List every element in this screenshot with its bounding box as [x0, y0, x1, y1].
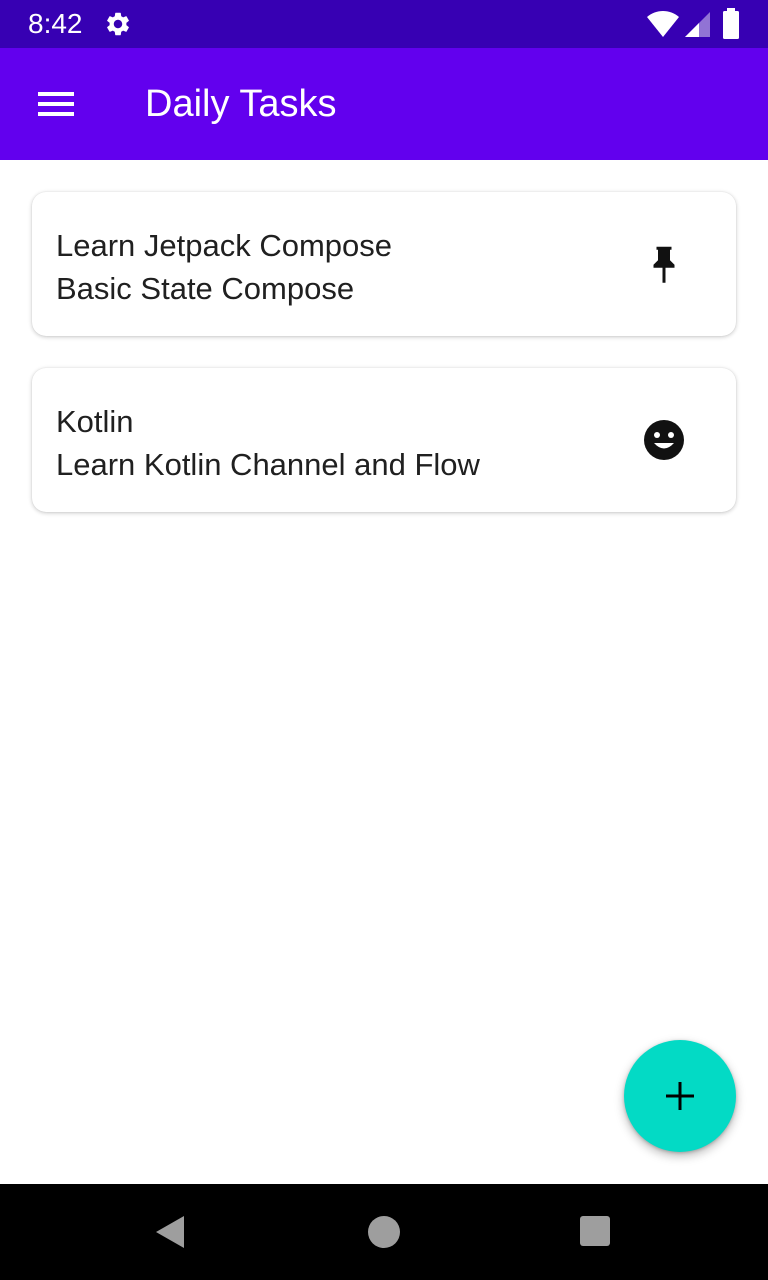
- menu-button[interactable]: [24, 76, 88, 132]
- task-text: Learn Jetpack Compose Basic State Compos…: [56, 224, 392, 310]
- recents-icon[interactable]: [580, 1216, 610, 1246]
- status-time: 8:42: [28, 8, 83, 39]
- add-icon: [666, 1082, 694, 1110]
- wifi-icon: [647, 11, 679, 37]
- task-title: Kotlin: [56, 404, 134, 439]
- hamburger-menu-icon: [38, 92, 74, 116]
- smiley-face-icon[interactable]: [640, 416, 688, 464]
- task-subtitle: Basic State Compose: [56, 271, 355, 306]
- pushpin-icon[interactable]: [640, 240, 688, 288]
- app-bar: Daily Tasks: [0, 48, 768, 160]
- add-task-button[interactable]: [624, 1040, 736, 1152]
- battery-icon: [723, 8, 739, 39]
- status-bar: 8:42: [0, 0, 768, 48]
- page-title: Daily Tasks: [145, 83, 337, 125]
- navigation-bar: [0, 1184, 768, 1280]
- home-icon[interactable]: [368, 1216, 400, 1248]
- cell-signal-icon: [685, 12, 710, 37]
- task-subtitle: Learn Kotlin Channel and Flow: [56, 447, 480, 482]
- task-text: Kotlin Learn Kotlin Channel and Flow: [56, 400, 480, 486]
- task-title: Learn Jetpack Compose: [56, 228, 393, 263]
- task-card[interactable]: Kotlin Learn Kotlin Channel and Flow: [32, 368, 736, 512]
- settings-gear-icon: [107, 12, 129, 36]
- task-card[interactable]: Learn Jetpack Compose Basic State Compos…: [32, 192, 736, 336]
- back-icon[interactable]: [152, 1214, 188, 1250]
